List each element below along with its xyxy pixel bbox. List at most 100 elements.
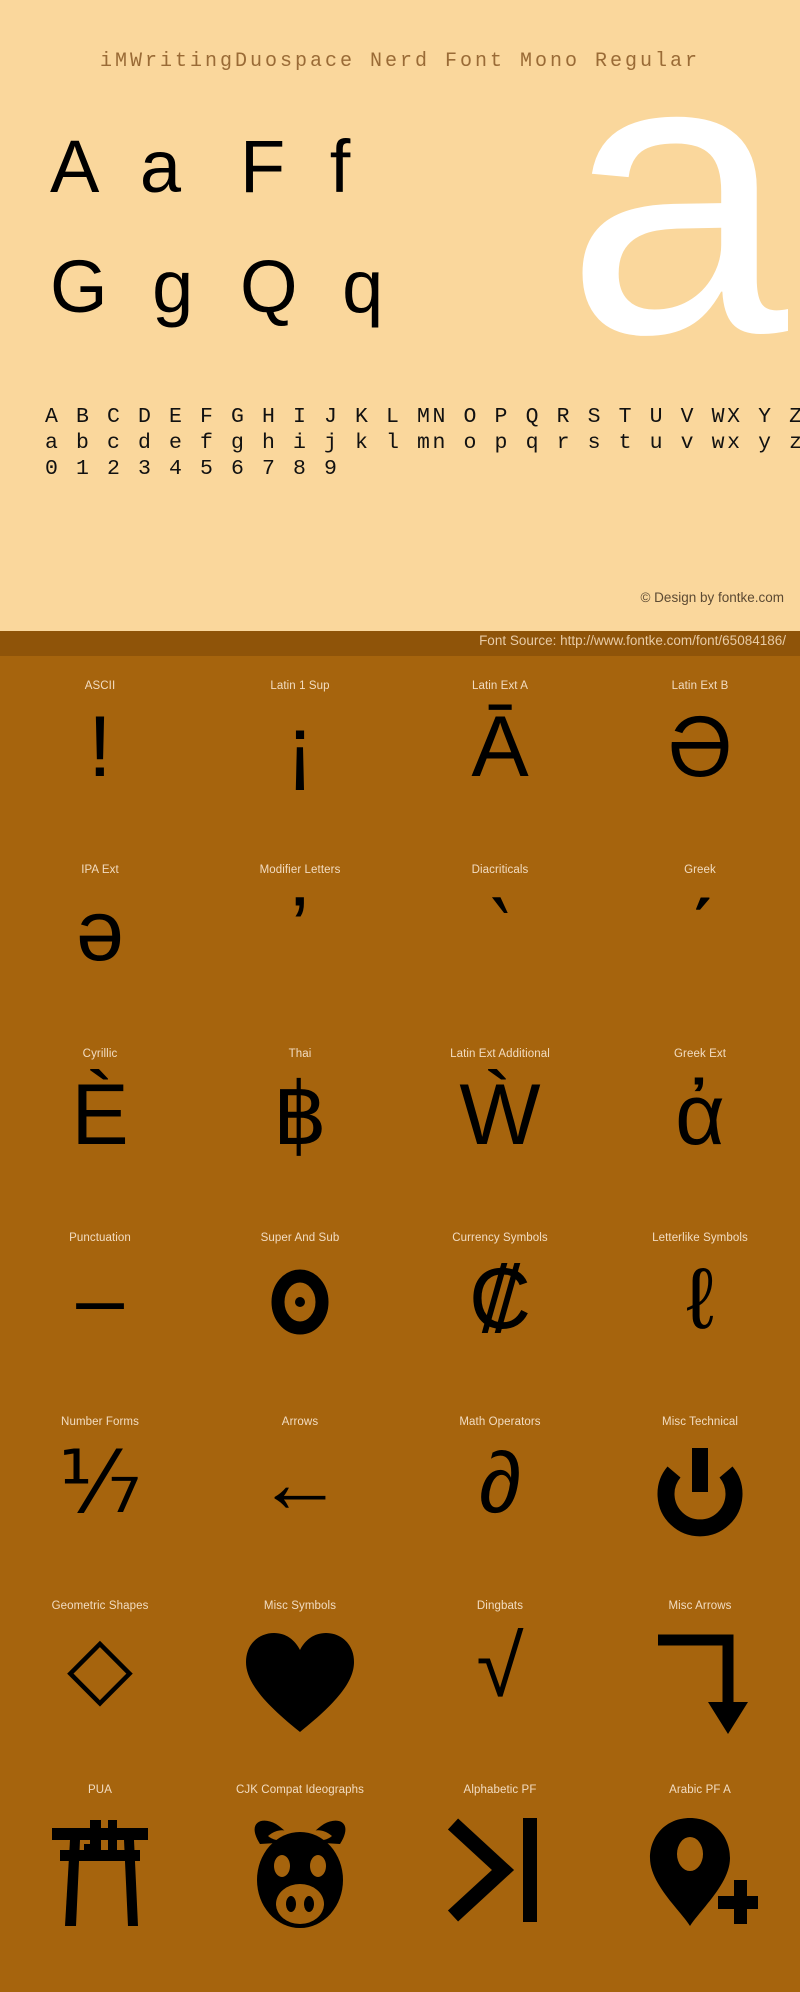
grid-row: Cyrillic Ѐ Thai ฿ Latin Ext Additional Ẁ…	[0, 1036, 800, 1220]
white-diamond-glyph: ◇	[66, 1619, 134, 1715]
power-symbol-glyph	[600, 1430, 800, 1560]
grid-cell-geometric-shapes: Geometric Shapes ◇	[0, 1588, 200, 1772]
torii-gate-glyph	[0, 1798, 200, 1928]
grid-cell-currency-symbols: Currency Symbols ₡	[400, 1220, 600, 1404]
sample-pair-Aa: A a	[50, 125, 193, 208]
font-source-link[interactable]: Font Source: http://www.fontke.com/font/…	[479, 633, 786, 648]
grid-cell-arrows: Arrows ←	[200, 1404, 400, 1588]
range-label: Greek	[684, 864, 716, 876]
sample-pair-row: A a F f	[50, 130, 430, 250]
map-marker-plus-glyph	[600, 1798, 800, 1928]
range-label: Geometric Shapes	[51, 1600, 149, 1612]
greek-alpha-psili-glyph: ἀ	[675, 1067, 725, 1163]
en-dash-glyph: –	[76, 1251, 124, 1347]
grid-cell-modifier-letters: Modifier Letters ʼ	[200, 852, 400, 1036]
watermark-letter-a: a	[565, 0, 788, 417]
arrow-right-then-down-glyph	[600, 1614, 800, 1744]
design-credit: © Design by fontke.com	[640, 590, 784, 605]
range-label: Misc Arrows	[668, 1600, 732, 1612]
range-label: Alphabetic PF	[463, 1784, 537, 1796]
range-label: Latin Ext B	[671, 680, 729, 692]
fraction-one-seventh-glyph: ⅐	[58, 1435, 142, 1531]
range-label: ASCII	[84, 680, 116, 692]
chevron-right-bar-glyph	[400, 1798, 600, 1928]
grid-row: Punctuation – Super And Sub Currency Sym…	[0, 1220, 800, 1404]
sample-pair-Qq: Q q	[240, 245, 396, 328]
range-label: Math Operators	[459, 1416, 541, 1428]
sample-pair-Gg: G g	[50, 245, 206, 328]
grid-cell-dingbats: Dingbats √	[400, 1588, 600, 1772]
grid-cell-ipa-ext: IPA Ext ə	[0, 852, 200, 1036]
script-small-l-glyph: ℓ	[686, 1251, 714, 1347]
inverted-exclamation-glyph: ¡	[285, 699, 315, 795]
range-label: Arabic PF A	[669, 1784, 731, 1796]
lowercase-alphabet-row: a b c d e f g h i j k l mn o p q r s t u…	[45, 431, 800, 455]
range-label: Letterlike Symbols	[652, 1232, 748, 1244]
range-label: Super And Sub	[260, 1232, 340, 1244]
grid-cell-arabic-pf-a: Arabic PF A	[600, 1772, 800, 1972]
greek-numeral-sign-glyph: ʹ	[685, 883, 715, 979]
grid-cell-alphabetic-pf: Alphabetic PF	[400, 1772, 600, 1972]
grid-row: IPA Ext ə Modifier Letters ʼ Diacritical…	[0, 852, 800, 1036]
w-grave-glyph: Ẁ	[459, 1067, 541, 1163]
grid-cell-number-forms: Number Forms ⅐	[0, 1404, 200, 1588]
cyrillic-ie-grave-glyph: Ѐ	[71, 1067, 129, 1163]
range-label: Diacriticals	[471, 864, 529, 876]
grid-cell-thai: Thai ฿	[200, 1036, 400, 1220]
grid-cell-latin-1-sup: Latin 1 Sup ¡	[200, 668, 400, 852]
combining-grave-accent-glyph: ‵	[490, 883, 510, 979]
partial-differential-glyph: ∂	[478, 1435, 522, 1531]
grid-cell-misc-symbols: Misc Symbols	[200, 1588, 400, 1772]
grid-cell-letterlike-symbols: Letterlike Symbols ℓ	[600, 1220, 800, 1404]
digits-row: 0 1 2 3 4 5 6 7 8 9	[45, 457, 340, 481]
grid-cell-latin-ext-b: Latin Ext B Ə	[600, 668, 800, 852]
range-label: Thai	[288, 1048, 312, 1060]
range-label: Punctuation	[69, 1232, 131, 1244]
grid-cell-math-operators: Math Operators ∂	[400, 1404, 600, 1588]
grid-cell-super-and-sub: Super And Sub	[200, 1220, 400, 1404]
black-heart-suit-glyph	[200, 1614, 400, 1744]
thai-baht-glyph: ฿	[272, 1067, 328, 1163]
grid-cell-cjk-compat-ideographs: CJK Compat Ideographs	[200, 1772, 400, 1972]
range-label: Greek Ext	[673, 1048, 727, 1060]
range-label: CJK Compat Ideographs	[235, 1784, 365, 1796]
range-label: Modifier Letters	[259, 864, 341, 876]
specimen-panel: iMWritingDuospace Nerd Font Mono Regular…	[0, 0, 800, 631]
range-label: Misc Technical	[662, 1416, 738, 1428]
range-label: Cyrillic	[82, 1048, 118, 1060]
range-label: Latin Ext A	[471, 680, 529, 692]
check-root-glyph: √	[476, 1619, 524, 1715]
font-source-bar: Font Source: http://www.fontke.com/font/…	[0, 631, 800, 656]
sample-pair-Ff: F f	[240, 125, 363, 208]
grid-cell-diacriticals: Diacriticals ‵	[400, 852, 600, 1036]
range-label: IPA Ext	[81, 864, 119, 876]
alphabet-block: A B C D E F G H I J K L MN O P Q R S T U…	[45, 404, 800, 482]
a-macron-glyph: Ā	[471, 699, 529, 795]
grid-row: ASCII ! Latin 1 Sup ¡ Latin Ext A Ā Lati…	[0, 668, 800, 852]
sample-pair-row: G g Q q	[50, 250, 430, 370]
grid-row: PUA CJK Compat Ideographs Alphabetic PF …	[0, 1772, 800, 1972]
grid-cell-cyrillic: Cyrillic Ѐ	[0, 1036, 200, 1220]
unicode-range-grid: ASCII ! Latin 1 Sup ¡ Latin Ext A Ā Lati…	[0, 656, 800, 1972]
grid-cell-pua: PUA	[0, 1772, 200, 1972]
colon-currency-glyph: ₡	[468, 1251, 532, 1347]
range-label: Dingbats	[476, 1600, 524, 1612]
range-label: Latin 1 Sup	[270, 680, 330, 692]
grid-cell-greek-ext: Greek Ext ἀ	[600, 1036, 800, 1220]
uppercase-alphabet-row: A B C D E F G H I J K L MN O P Q R S T U…	[45, 405, 800, 429]
grid-cell-misc-arrows: Misc Arrows	[600, 1588, 800, 1772]
range-label: Arrows	[281, 1416, 319, 1428]
grid-cell-ascii: ASCII !	[0, 668, 200, 852]
grid-cell-latin-ext-additional: Latin Ext Additional Ẁ	[400, 1036, 600, 1220]
modifier-apostrophe-glyph: ʼ	[290, 883, 310, 979]
range-label: Latin Ext Additional	[450, 1048, 550, 1060]
range-label: Currency Symbols	[452, 1232, 548, 1244]
sample-letter-pairs: A a F f G g Q q	[50, 130, 430, 370]
pig-face-glyph	[200, 1798, 400, 1928]
grid-cell-punctuation: Punctuation –	[0, 1220, 200, 1404]
grid-cell-latin-ext-a: Latin Ext A Ā	[400, 668, 600, 852]
range-label: PUA	[88, 1784, 112, 1796]
range-label: Number Forms	[61, 1416, 139, 1428]
grid-cell-misc-technical: Misc Technical	[600, 1404, 800, 1588]
superscript-zero-glyph	[200, 1246, 400, 1376]
